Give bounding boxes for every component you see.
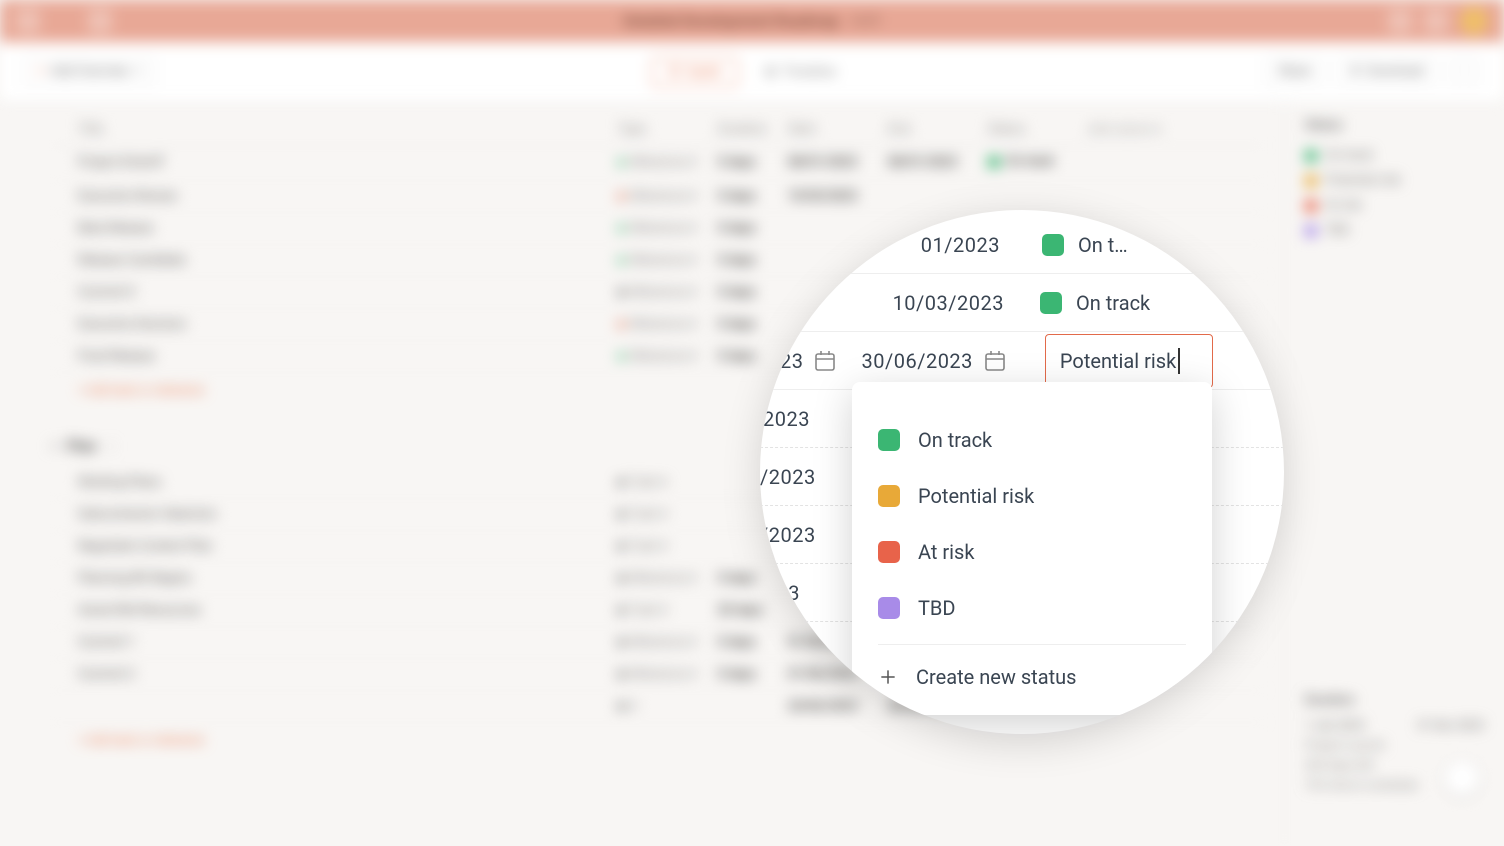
lens-date: 2023 (760, 407, 830, 431)
calendar-icon[interactable] (813, 349, 837, 373)
status-input-value: Potential risk (1060, 349, 1176, 373)
status-swatch (878, 597, 900, 619)
add-overview-button[interactable]: + Add Overview ▾ (24, 57, 155, 86)
status-badge: draft (851, 13, 880, 29)
plus-icon (878, 667, 898, 687)
lens-date: 10/03/2023 (848, 291, 1018, 315)
col-title: Title (78, 122, 618, 137)
legend-item: TBD (1305, 218, 1484, 243)
dropdown-option[interactable]: TBD (878, 580, 1186, 636)
dropdown-option-label: TBD (918, 596, 956, 620)
legend-item: At risk (1305, 193, 1484, 218)
col-status: Status (988, 122, 1088, 137)
table-row[interactable]: Executive Review Milestone ▾ 0 days 10/0… (50, 181, 1264, 213)
duration-title: Duration (1305, 693, 1484, 708)
col-start: Start (788, 122, 888, 137)
add-overview-label: Add Overview (50, 64, 129, 79)
col-end: End (888, 122, 988, 137)
lens-date: /2023 (760, 465, 830, 489)
lens-date: /2023 (760, 523, 820, 547)
tab-gantt[interactable]: ☰Gantt (651, 57, 738, 87)
col-type: Type (618, 122, 718, 137)
lens-end-date: 30/06/2023 (861, 349, 972, 373)
lens-status-label: On track (1076, 291, 1150, 315)
table-row[interactable]: Project Kickoff Milestone ▾ 0 days 08/01… (50, 146, 1264, 181)
dropdown-option-label: At risk (918, 540, 974, 564)
status-input[interactable]: Potential risk (1045, 334, 1213, 388)
zoom-lens: 01/2023 On t… 10/03/2023 On track 23 30/… (760, 210, 1284, 734)
more-icon[interactable]: ⋯ (1449, 57, 1480, 86)
status-swatch (878, 485, 900, 507)
status-swatch (878, 429, 900, 451)
lens-date: 01/2023 (890, 233, 1020, 257)
tab-timeline[interactable]: ⊞Timeline (748, 57, 853, 87)
side-panel: Status On trackPotential riskAt riskTBD … (1284, 102, 1504, 846)
back-icon[interactable] (88, 9, 112, 33)
status-swatch-green (1040, 292, 1062, 314)
column-headers: Title Type Duration Start End Status Add… (50, 114, 1264, 146)
lens-status-label: On t… (1078, 233, 1128, 257)
menu-icon[interactable] (16, 9, 40, 33)
col-duration: Duration (718, 122, 788, 137)
text-cursor (1178, 348, 1180, 374)
dropdown-option[interactable]: On track (878, 412, 1186, 468)
dropdown-option-label: Potential risk (918, 484, 1034, 508)
create-status-label: Create new status (916, 665, 1076, 689)
calendar-icon[interactable] (983, 349, 1007, 373)
toolbar: + Add Overview ▾ ☰Gantt ⊞Timeline Share … (0, 42, 1504, 102)
legend-item: Potential risk (1305, 168, 1484, 193)
legend-item: On track (1305, 143, 1484, 168)
legend-title: Status (1305, 118, 1484, 133)
page-title: Detailed Development Roadmap (624, 12, 839, 30)
share-button[interactable]: Share (1265, 57, 1324, 86)
help-button[interactable] (1444, 760, 1480, 796)
app-header: Detailed Development Roadmap draft (0, 0, 1504, 42)
dropdown-option[interactable]: Potential risk (878, 468, 1186, 524)
bell-icon[interactable] (1424, 9, 1448, 33)
status-swatch (878, 541, 900, 563)
create-status-button[interactable]: Create new status (878, 651, 1186, 693)
dropdown-option-label: On track (918, 428, 992, 452)
avatar[interactable] (1460, 7, 1488, 35)
download-button[interactable]: ⬇Download (1336, 57, 1437, 86)
search-icon[interactable] (1388, 9, 1412, 33)
dropdown-option[interactable]: At risk (878, 524, 1186, 580)
status-swatch-green (1042, 234, 1064, 256)
lens-date: 023 (760, 581, 820, 605)
status-dropdown: On track Potential risk At risk TBD Create … (852, 382, 1212, 715)
lens-date-partial: 23 (780, 349, 803, 373)
add-column-button[interactable]: Add column ▾ (1088, 122, 1264, 137)
